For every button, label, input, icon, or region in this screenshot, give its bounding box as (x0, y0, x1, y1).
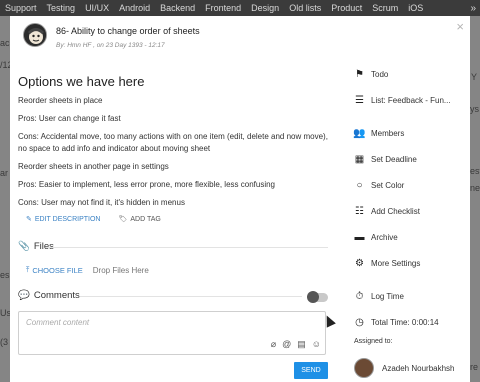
calendar-icon: ▦ (354, 154, 365, 165)
tag-icon: 🏷 (118, 216, 128, 223)
bg-tab[interactable]: Scrum (367, 3, 403, 13)
description-paragraph: Pros: Easier to implement, less error pr… (18, 180, 275, 189)
emoji-icon[interactable]: ☺ (312, 339, 321, 350)
bg-fragment: ne (470, 183, 480, 193)
checklist-icon: ☷ (355, 206, 364, 217)
sidebar-item-label: Add Checklist (371, 207, 420, 216)
comments-label: Comments (33, 290, 80, 301)
stopwatch-icon: ⏱ (355, 291, 364, 302)
assignee-name: Azadeh Nourbakhsh (382, 363, 455, 373)
paperclip-icon: 📎 (18, 241, 30, 252)
sidebar-item-label: Members (371, 129, 405, 138)
description-paragraph: Reorder sheets in place (18, 96, 103, 105)
background-tab-bar: Support Testing UI/UX Android Backend Fr… (0, 0, 480, 16)
bg-tab[interactable]: Support (0, 3, 42, 13)
description-section: Options we have here Reorder sheets in p… (18, 74, 336, 223)
sidebar-item-members[interactable]: 👥 Members (353, 128, 405, 139)
bg-tab[interactable]: Design (246, 3, 284, 13)
comment-input[interactable]: Comment content ⌀ @ ▤ ☺ (18, 311, 326, 355)
bg-tab[interactable]: Old lists (284, 3, 326, 13)
flag-icon: ⚑ (355, 69, 364, 80)
choose-file-label: CHOOSE FILE (32, 265, 83, 275)
card-detail-modal: × 86- Ability to change order of sheets … (10, 16, 470, 382)
comments-divider (80, 296, 302, 297)
sidebar-item-settings[interactable]: ⚙ More Settings (354, 258, 420, 269)
comments-notify-toggle[interactable] (307, 291, 328, 303)
sidebar-item-label: Total Time: 0:00:14 (371, 318, 439, 327)
list-icon: ☰ (355, 95, 364, 106)
creator-avatar (23, 23, 47, 47)
sidebar-item-deadline[interactable]: ▦ Set Deadline (354, 154, 417, 165)
speech-bubble-icon: 💬 (18, 290, 30, 301)
drop-zone[interactable]: Drop Files Here (93, 266, 149, 275)
bg-tab[interactable]: iOS (403, 3, 428, 13)
sidebar-item-label: Set Deadline (371, 155, 417, 164)
sidebar-item-list[interactable]: ☰ List: Feedback - Fun... (354, 95, 451, 106)
card-meta: By: Hmn HF , on 23 Day 1393 - 12:17 (56, 42, 165, 49)
pencil-icon: ✎ (26, 216, 32, 223)
card-title[interactable]: 86- Ability to change order of sheets (56, 26, 200, 36)
send-button[interactable]: SEND (294, 362, 328, 379)
sidebar-item-archive[interactable]: ▬ Archive (354, 232, 398, 243)
sidebar-item-total-time: ◷ Total Time: 0:00:14 (354, 317, 439, 328)
edit-description-label: EDIT DESCRIPTION (34, 215, 101, 223)
sidebar-item-status[interactable]: ⚑ Todo (354, 69, 388, 80)
bg-tab[interactable]: Testing (42, 3, 81, 13)
bg-tab[interactable]: Frontend (200, 3, 246, 13)
archive-icon: ▬ (354, 232, 365, 243)
comment-tools: ⌀ @ ▤ ☺ (271, 339, 321, 350)
comments-section-title: 💬 Comments (18, 290, 80, 301)
comment-placeholder: Comment content (26, 318, 90, 327)
sidebar-item-label: Log Time (371, 292, 404, 301)
bg-fragment: ys (470, 104, 479, 114)
assigned-to-label: Assigned to: (354, 338, 393, 345)
bg-fragment: es (0, 270, 10, 280)
description-paragraph: Cons: Accidental move, too many actions … (18, 132, 328, 153)
description-paragraph: Reorder sheets in another page in settin… (18, 162, 169, 171)
members-icon: 👥 (353, 128, 366, 139)
bg-tab[interactable]: Backend (155, 3, 200, 13)
bg-tab[interactable]: Android (114, 3, 155, 13)
mention-icon[interactable]: @ (282, 339, 291, 350)
gear-icon: ⚙ (355, 258, 364, 269)
sidebar-item-label: List: Feedback - Fun... (371, 96, 451, 105)
bg-fragment: (3 (0, 337, 9, 347)
description-actions: ✎ EDIT DESCRIPTION 🏷 ADD TAG (26, 215, 336, 224)
toggle-knob (307, 291, 319, 303)
bg-tab[interactable]: Product (326, 3, 367, 13)
bg-more-tabs[interactable]: » (470, 3, 480, 14)
description-paragraph: Pros: User can change it fast (18, 114, 121, 123)
description-paragraph: Cons: User may not find it, it's hidden … (18, 198, 185, 207)
sidebar-item-label: Set Color (371, 181, 405, 190)
files-divider (46, 247, 328, 248)
choose-file-button[interactable]: ⤒ CHOOSE FILE (26, 265, 83, 275)
description-heading: Options we have here (18, 74, 145, 89)
bg-fragment: Y (471, 72, 478, 82)
assignee[interactable]: Azadeh Nourbakhsh (354, 358, 455, 378)
sidebar-item-label: More Settings (371, 259, 421, 268)
sidebar-item-log-time[interactable]: ⏱ Log Time (354, 291, 404, 302)
sidebar-item-label: Todo (371, 70, 389, 79)
close-button[interactable]: × (456, 20, 464, 33)
upload-row: ⤒ CHOOSE FILE Drop Files Here (26, 265, 149, 275)
attach-icon[interactable]: ⌀ (271, 339, 276, 350)
circle-icon: ○ (356, 180, 363, 191)
upload-icon: ⤒ (26, 265, 30, 274)
add-tag-button[interactable]: 🏷 ADD TAG (118, 215, 161, 224)
add-tag-label: ADD TAG (130, 215, 161, 223)
sidebar-item-label: Archive (371, 233, 398, 242)
avatar (354, 358, 374, 378)
bg-fragment: re (470, 362, 479, 372)
edit-description-button[interactable]: ✎ EDIT DESCRIPTION (26, 215, 101, 224)
bg-fragment: esto (470, 166, 480, 176)
card-link-icon[interactable]: ▤ (297, 339, 306, 350)
bg-tab[interactable]: UI/UX (80, 3, 114, 13)
sidebar-item-checklist[interactable]: ☷ Add Checklist (354, 206, 420, 217)
clock-icon: ◷ (355, 317, 364, 328)
bg-fragment: ar (0, 168, 9, 178)
sidebar-item-color[interactable]: ○ Set Color (354, 180, 404, 191)
